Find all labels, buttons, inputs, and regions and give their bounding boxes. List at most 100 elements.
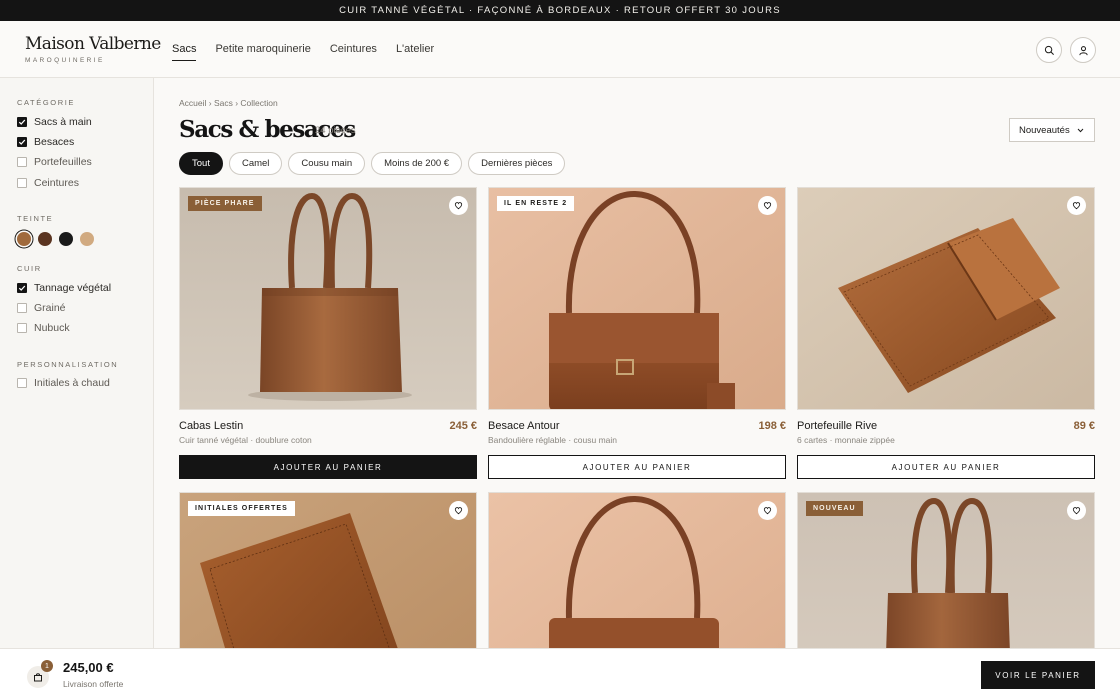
filter-initiales-a-chaud[interactable]: Initiales à chaud	[17, 377, 110, 389]
product-card-cabas-lestin[interactable]: PIÈCE PHARE Cabas Lestin 245 € Cuir tann…	[179, 187, 477, 479]
nav-item-sacs[interactable]: Sacs	[172, 38, 197, 61]
favorite-button[interactable]	[449, 501, 468, 520]
product-description: Cuir tanné végétal · doublure coton	[179, 435, 312, 445]
tint-swatches	[17, 232, 94, 246]
favorite-button[interactable]	[449, 196, 468, 215]
heart-icon	[454, 507, 463, 515]
shopping-bag-icon	[34, 673, 42, 682]
product-description: 6 cartes · monnaie zippée	[797, 435, 895, 445]
heart-icon	[1072, 202, 1081, 210]
cart-bar: 1 245,00 € Livraison offerte VOIR LE PAN…	[0, 648, 1120, 700]
heart-icon	[763, 507, 772, 515]
product-description: Bandoulière réglable · cousu main	[488, 435, 617, 445]
filter-title-tint: TEINTE	[17, 214, 54, 223]
chip-tout[interactable]: Tout	[179, 152, 223, 175]
chip-moins-de-200[interactable]: Moins de 200 €	[371, 152, 463, 175]
filter-nubuck[interactable]: Nubuck	[17, 322, 70, 334]
filter-portefeuilles[interactable]: Portefeuilles	[17, 156, 92, 168]
sort-label: Nouveautés	[1019, 124, 1070, 136]
breadcrumb[interactable]: Accueil › Sacs › Collection	[179, 98, 278, 108]
product-badge: IL EN RESTE 2	[497, 196, 575, 211]
checkbox-unchecked	[17, 178, 27, 188]
filter-title-leather: CUIR	[17, 264, 42, 273]
filter-besaces[interactable]: Besaces	[17, 136, 74, 148]
tote-bag-image	[180, 188, 476, 409]
filter-label: Ceintures	[34, 177, 79, 189]
announcement-text: CUIR TANNÉ VÉGÉTAL · FAÇONNÉ À BORDEAUX …	[339, 5, 781, 16]
checkbox-checked	[17, 117, 27, 127]
cart-count-badge: 1	[41, 660, 53, 672]
site-header: Maison Valberne MAROQUINERIE Sacs Petite…	[0, 21, 1120, 78]
nav-item-ceintures[interactable]: Ceintures	[330, 38, 377, 61]
add-to-cart-button[interactable]: AJOUTER AU PANIER	[488, 455, 786, 479]
filter-tannage-vegetal[interactable]: Tannage végétal	[17, 282, 111, 294]
main-nav: Sacs Petite maroquinerie Ceintures L'ate…	[172, 38, 434, 61]
filter-label: Nubuck	[34, 322, 70, 334]
swatch-chocolate[interactable]	[38, 232, 52, 246]
account-button[interactable]	[1070, 37, 1096, 63]
favorite-button[interactable]	[1067, 501, 1086, 520]
brand-name: Maison Valberne	[25, 34, 161, 54]
checkbox-unchecked	[17, 378, 27, 388]
nav-item-atelier[interactable]: L'atelier	[396, 38, 434, 61]
check-icon	[18, 119, 26, 125]
product-image[interactable]: IL EN RESTE 2	[488, 187, 786, 410]
product-card-besace-antour[interactable]: IL EN RESTE 2 Besace Antour 198 € Bandou…	[488, 187, 786, 479]
swatch-camel[interactable]	[17, 232, 31, 246]
shoulder-bag-image	[489, 188, 785, 409]
filter-sacs-a-main[interactable]: Sacs à main	[17, 116, 92, 128]
search-button[interactable]	[1036, 37, 1062, 63]
filter-label: Besaces	[34, 136, 75, 148]
filter-label: Sacs à main	[34, 116, 92, 128]
product-price: 245 €	[449, 420, 477, 432]
checkbox-unchecked	[17, 303, 27, 313]
product-badge: NOUVEAU	[806, 501, 863, 516]
product-badge: PIÈCE PHARE	[188, 196, 262, 211]
product-badge: INITIALES OFFERTES	[188, 501, 295, 516]
filter-ceintures[interactable]: Ceintures	[17, 177, 79, 189]
favorite-button[interactable]	[758, 196, 777, 215]
filter-title-category: CATÉGORIE	[17, 98, 76, 107]
filter-title-personalisation: PERSONNALISATION	[17, 360, 119, 369]
filter-graine[interactable]: Grainé	[17, 302, 66, 314]
product-name[interactable]: Cabas Lestin	[179, 420, 243, 432]
filter-label: Grainé	[34, 302, 66, 314]
product-name[interactable]: Portefeuille Rive	[797, 420, 877, 432]
favorite-button[interactable]	[1067, 196, 1086, 215]
nav-item-petite-maroquinerie[interactable]: Petite maroquinerie	[215, 38, 310, 61]
chip-camel[interactable]: Camel	[228, 152, 283, 175]
swatch-sand[interactable]	[80, 232, 94, 246]
brand-tagline: MAROQUINERIE	[25, 57, 105, 64]
brand-logo[interactable]: Maison Valberne MAROQUINERIE	[25, 34, 172, 64]
shipping-note: Livraison offerte	[63, 679, 124, 689]
checkbox-unchecked	[17, 323, 27, 333]
heart-icon	[1072, 507, 1081, 515]
checkbox-unchecked	[17, 157, 27, 167]
chevron-down-icon	[1077, 128, 1084, 132]
heart-icon	[454, 202, 463, 210]
product-image[interactable]	[797, 187, 1095, 410]
sort-dropdown[interactable]: Nouveautés	[1009, 118, 1095, 142]
search-icon	[1044, 45, 1054, 55]
swatch-black[interactable]	[59, 232, 73, 246]
chip-cousu-main[interactable]: Cousu main	[288, 152, 366, 175]
filter-label: Initiales à chaud	[34, 377, 110, 389]
checkbox-checked	[17, 137, 27, 147]
quick-filter-chips: Tout Camel Cousu main Moins de 200 € Der…	[179, 152, 566, 175]
product-price: 89 €	[1073, 420, 1095, 432]
favorite-button[interactable]	[758, 501, 777, 520]
add-to-cart-button[interactable]: AJOUTER AU PANIER	[179, 455, 477, 479]
user-icon	[1078, 45, 1088, 55]
filter-label: Tannage végétal	[34, 282, 112, 294]
chip-dernieres-pieces[interactable]: Dernières pièces	[468, 152, 566, 175]
product-name[interactable]: Besace Antour	[488, 420, 560, 432]
add-to-cart-button[interactable]: AJOUTER AU PANIER	[797, 455, 1095, 479]
filter-label: Portefeuilles	[34, 156, 92, 168]
heart-icon	[763, 202, 772, 210]
header-actions	[1036, 37, 1096, 63]
checkbox-checked	[17, 283, 27, 293]
product-image[interactable]: PIÈCE PHARE	[179, 187, 477, 410]
view-cart-button[interactable]: VOIR LE PANIER	[981, 661, 1095, 689]
product-card-portefeuille-rive[interactable]: Portefeuille Rive 89 € 6 cartes · monnai…	[797, 187, 1095, 479]
product-count: 24 pièces	[315, 125, 356, 136]
